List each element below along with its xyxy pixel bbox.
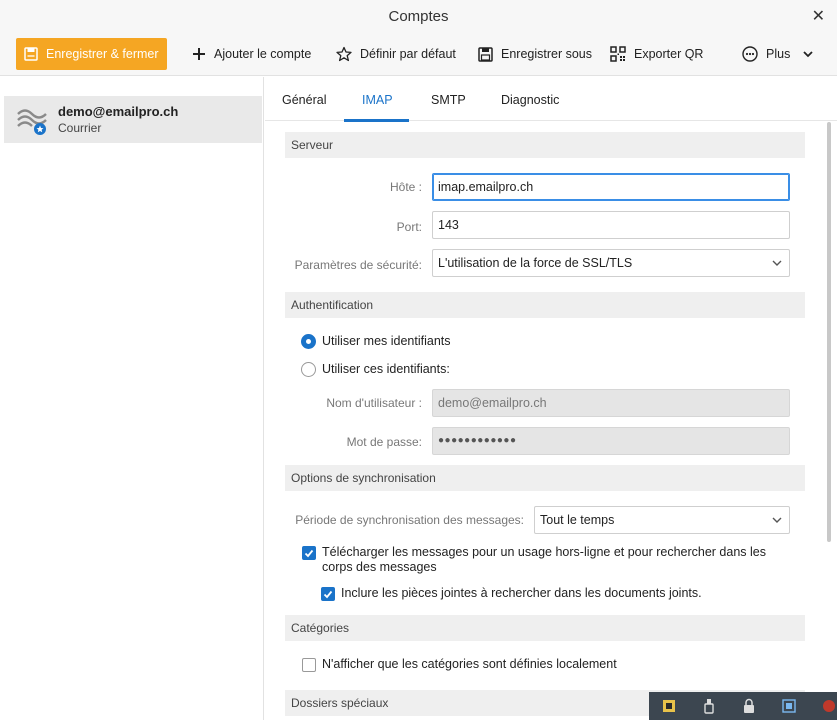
use-these-credentials-label: Utiliser ces identifiants: bbox=[322, 362, 450, 376]
security-select[interactable]: L'utilisation de la force de SSL/TLS bbox=[432, 249, 790, 277]
save-close-label: Enregistrer & fermer bbox=[46, 47, 159, 61]
plus-icon bbox=[193, 48, 205, 60]
lock-icon[interactable] bbox=[741, 698, 757, 714]
save-as-icon bbox=[478, 46, 493, 62]
export-qr-button[interactable]: Exporter QR bbox=[610, 38, 703, 70]
account-sidebar: demo@emailpro.ch Courrier bbox=[0, 77, 264, 720]
download-offline-option[interactable]: Télécharger les messages pour un usage h… bbox=[302, 545, 792, 575]
checkbox-checked[interactable] bbox=[321, 587, 335, 601]
port-field[interactable]: 143 bbox=[432, 211, 790, 239]
include-attachments-label: Inclure les pièces jointes à rechercher … bbox=[341, 586, 702, 600]
password-field[interactable]: ●●●●●●●●●●●● bbox=[432, 427, 790, 455]
save-close-button[interactable]: Enregistrer & fermer bbox=[16, 38, 167, 70]
tab-general[interactable]: Général bbox=[282, 93, 326, 107]
chevron-down-icon bbox=[803, 51, 813, 58]
more-button[interactable]: Plus bbox=[742, 38, 814, 70]
qr-code-icon bbox=[610, 46, 626, 62]
use-these-credentials-option[interactable]: Utiliser ces identifiants: bbox=[301, 362, 450, 377]
download-offline-label: Télécharger les messages pour un usage h… bbox=[322, 545, 766, 574]
tab-bar: Général IMAP SMTP Diagnostic bbox=[265, 77, 837, 121]
scrollbar[interactable] bbox=[827, 122, 831, 542]
username-label: Nom d'utilisateur : bbox=[326, 396, 422, 410]
checkmark-icon bbox=[304, 549, 314, 558]
host-field[interactable]: imap.emailpro.ch bbox=[432, 173, 790, 201]
shield-icon[interactable] bbox=[821, 698, 837, 714]
more-label: Plus bbox=[766, 47, 791, 61]
include-attachments-option[interactable]: Inclure les pièces jointes à rechercher … bbox=[321, 586, 702, 601]
imap-settings-panel: Serveur Hôte : imap.emailpro.ch Port: 14… bbox=[265, 122, 837, 720]
section-authentication: Authentification bbox=[285, 292, 805, 318]
account-email: demo@emailpro.ch bbox=[58, 104, 179, 119]
sync-period-value: Tout le temps bbox=[540, 513, 615, 527]
port-label: Port: bbox=[396, 220, 422, 234]
window-title: Comptes bbox=[388, 8, 449, 25]
more-icon bbox=[742, 46, 758, 62]
security-value: L'utilisation de la force de SSL/TLS bbox=[438, 256, 633, 270]
radio-selected[interactable] bbox=[301, 334, 316, 349]
usb-icon[interactable] bbox=[701, 698, 717, 714]
set-default-button[interactable]: Définir par défaut bbox=[336, 38, 456, 70]
use-my-credentials-option[interactable]: Utiliser mes identifiants bbox=[301, 334, 451, 349]
toolbar: Enregistrer & fermer Ajouter le compte D… bbox=[0, 32, 837, 76]
password-label: Mot de passe: bbox=[346, 435, 422, 449]
chevron-down-icon bbox=[772, 260, 782, 266]
local-categories-label: N'afficher que les catégories sont défin… bbox=[322, 657, 617, 671]
section-categories: Catégories bbox=[285, 615, 805, 641]
tab-diagnostic[interactable]: Diagnostic bbox=[501, 93, 559, 107]
use-my-credentials-label: Utiliser mes identifiants bbox=[322, 334, 451, 348]
save-as-label: Enregistrer sous bbox=[501, 47, 593, 61]
sync-period-select[interactable]: Tout le temps bbox=[534, 506, 790, 534]
chevron-down-icon bbox=[772, 517, 782, 523]
save-as-button[interactable]: Enregistrer sous bbox=[478, 38, 592, 70]
mail-account-icon bbox=[17, 109, 47, 135]
add-account-label: Ajouter le compte bbox=[214, 47, 312, 61]
section-sync-options: Options de synchronisation bbox=[285, 465, 805, 491]
export-qr-label: Exporter QR bbox=[634, 47, 704, 61]
add-account-button[interactable]: Ajouter le compte bbox=[192, 38, 311, 70]
account-type: Courrier bbox=[58, 121, 102, 135]
title-bar: Comptes ✕ bbox=[0, 0, 837, 32]
checkmark-icon bbox=[323, 590, 333, 599]
account-item[interactable]: demo@emailpro.ch Courrier bbox=[4, 96, 262, 143]
taskbar-tray bbox=[649, 692, 837, 720]
tab-smtp[interactable]: SMTP bbox=[431, 93, 466, 107]
tab-imap[interactable]: IMAP bbox=[362, 93, 393, 107]
sync-period-label: Période de synchronisation des messages: bbox=[295, 513, 524, 527]
host-label: Hôte : bbox=[389, 180, 422, 194]
network-icon[interactable] bbox=[781, 698, 797, 714]
star-icon bbox=[336, 46, 352, 62]
security-label: Paramètres de sécurité: bbox=[294, 258, 422, 272]
save-icon bbox=[24, 47, 38, 61]
tray-app-icon[interactable] bbox=[661, 698, 677, 714]
username-field[interactable]: demo@emailpro.ch bbox=[432, 389, 790, 417]
close-icon[interactable]: ✕ bbox=[812, 6, 825, 26]
local-categories-option[interactable]: N'afficher que les catégories sont défin… bbox=[302, 657, 617, 672]
radio-unselected[interactable] bbox=[301, 362, 316, 377]
checkbox-checked[interactable] bbox=[302, 546, 316, 560]
set-default-label: Définir par défaut bbox=[360, 47, 456, 61]
checkbox-unchecked[interactable] bbox=[302, 658, 316, 672]
section-server: Serveur bbox=[285, 132, 805, 158]
